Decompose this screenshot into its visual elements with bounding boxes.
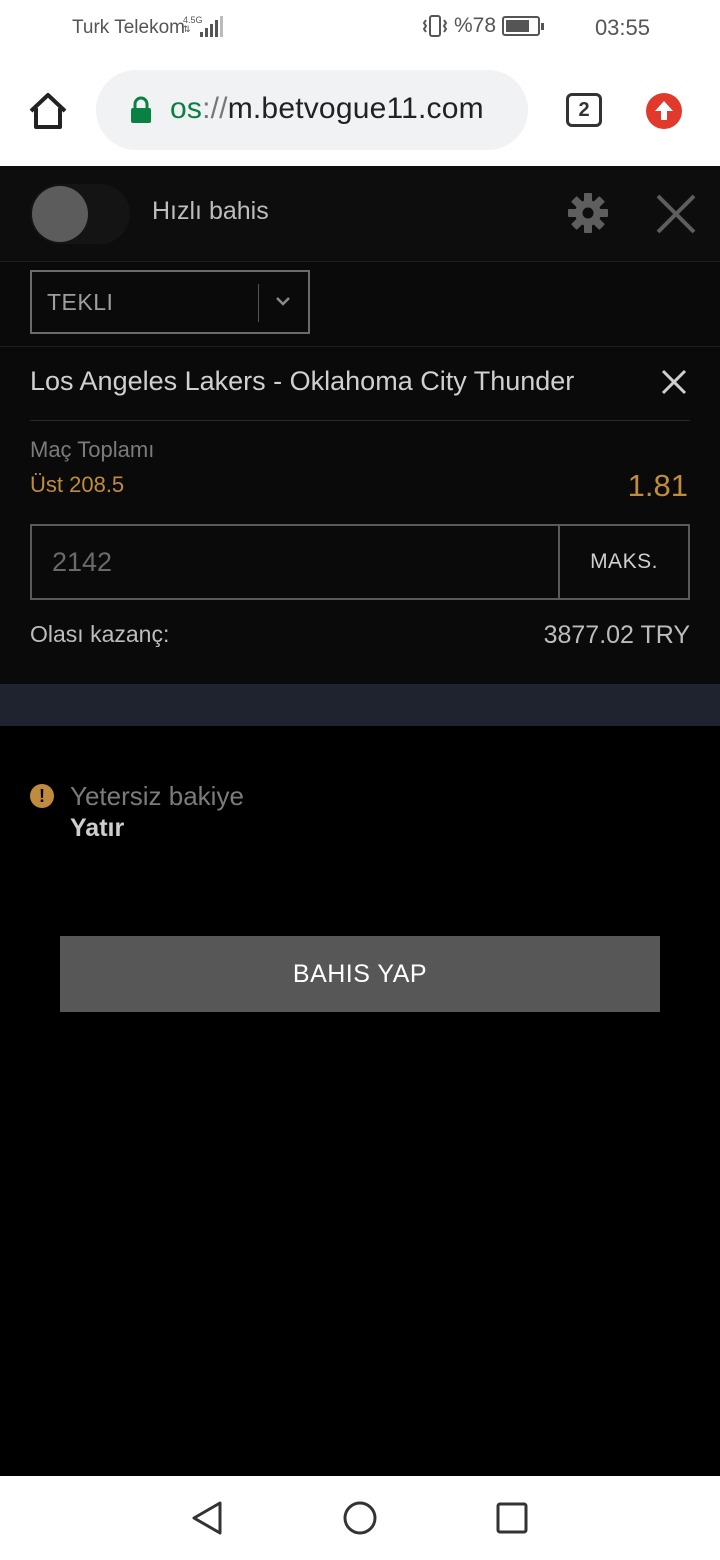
bet-type-value: TEKLI <box>47 289 114 315</box>
toggle-knob <box>32 186 88 242</box>
deposit-link[interactable]: Yatır <box>70 814 124 843</box>
divider <box>0 346 720 347</box>
divider <box>30 420 690 421</box>
gear-icon[interactable] <box>567 192 609 234</box>
vibrate-icon <box>422 15 448 37</box>
max-stake-button[interactable]: MAKS. <box>558 526 688 598</box>
stake-field: MAKS. <box>30 524 690 600</box>
selection-name: Üst 208.5 <box>30 472 125 497</box>
system-nav-bar <box>0 1476 720 1560</box>
address-bar[interactable]: os://m.betvogue11.com <box>96 70 528 150</box>
url-text: os://m.betvogue11.com <box>170 92 484 125</box>
recents-icon[interactable] <box>496 1502 528 1534</box>
lock-icon <box>131 96 151 123</box>
browser-toolbar: os://m.betvogue11.com 2 <box>0 56 720 166</box>
status-bar: Turk Telekom 4.5G ⇅ %78 03:55 <box>0 0 720 56</box>
clock: 03:55 <box>594 15 650 40</box>
chevron-down-icon <box>276 297 290 306</box>
bet-slip: Hızlı bahis TEKLI Los Angeles Lakers - O… <box>0 166 720 684</box>
warning-icon: ! <box>30 784 54 808</box>
quick-bet-toggle[interactable] <box>30 184 130 244</box>
bet-slip-header: Hızlı bahis <box>0 166 720 262</box>
match-title: Los Angeles Lakers - Oklahoma City Thund… <box>30 366 575 396</box>
possible-win-label: Olası kazanç: <box>30 621 170 647</box>
market-name: Maç Toplamı <box>30 437 155 462</box>
place-bet-button[interactable]: BAHIS YAP <box>60 936 660 1012</box>
carrier-name: Turk Telekom <box>72 17 185 38</box>
bet-type-select[interactable]: TEKLI <box>30 270 310 334</box>
signal-icon <box>200 16 223 37</box>
home-icon[interactable] <box>26 89 70 133</box>
back-icon[interactable] <box>190 1500 224 1536</box>
stake-input[interactable] <box>32 526 558 598</box>
select-divider <box>258 284 259 322</box>
quick-bet-label: Hızlı bahis <box>152 197 269 225</box>
close-icon[interactable] <box>654 192 698 236</box>
tabs-button[interactable]: 2 <box>566 93 602 127</box>
possible-win-value: 3877.02 TRY <box>543 621 690 649</box>
battery-percent: %78 <box>453 14 496 37</box>
home-nav-icon[interactable] <box>342 1500 378 1536</box>
update-icon[interactable] <box>646 93 682 129</box>
divider-band <box>0 684 720 726</box>
odds-value: 1.81 <box>627 468 688 503</box>
battery-icon <box>502 16 544 36</box>
remove-selection-icon[interactable] <box>660 368 688 396</box>
insufficient-balance-text: Yetersiz bakiye <box>70 781 244 811</box>
